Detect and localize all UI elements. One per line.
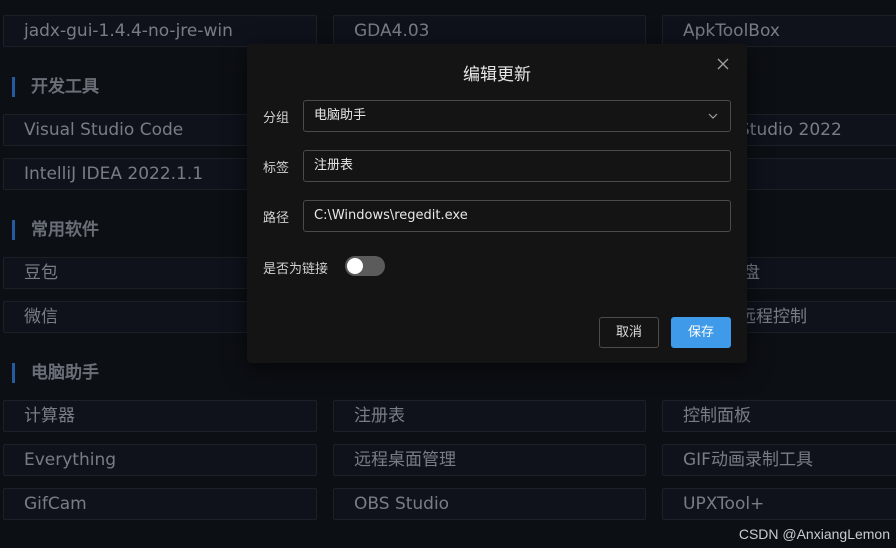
cancel-button[interactable]: 取消 — [599, 317, 659, 348]
dialog-title: 编辑更新 — [463, 65, 531, 85]
path-input[interactable]: C:\Windows\regedit.exe — [303, 200, 731, 232]
link-label: 是否为链接 — [263, 262, 329, 277]
tag-input-value: 注册表 — [314, 158, 354, 173]
path-label: 路径 — [263, 211, 290, 226]
edit-dialog: 编辑更新 分组 电脑助手 标签 注册表 路径 C:\Windows\regedi… — [247, 44, 747, 363]
tag-input[interactable]: 注册表 — [303, 150, 731, 182]
group-select-value: 电脑助手 — [314, 108, 367, 123]
path-input-value: C:\Windows\regedit.exe — [314, 208, 468, 223]
tag-label: 标签 — [263, 161, 290, 176]
watermark: CSDN @AnxiangLemon — [738, 526, 890, 542]
is-link-toggle[interactable] — [345, 256, 385, 276]
group-label: 分组 — [263, 111, 290, 126]
toggle-knob — [347, 258, 363, 274]
group-select[interactable]: 电脑助手 — [303, 100, 731, 132]
close-icon[interactable] — [715, 57, 731, 73]
chevron-down-icon — [708, 101, 718, 131]
save-button[interactable]: 保存 — [671, 317, 731, 348]
